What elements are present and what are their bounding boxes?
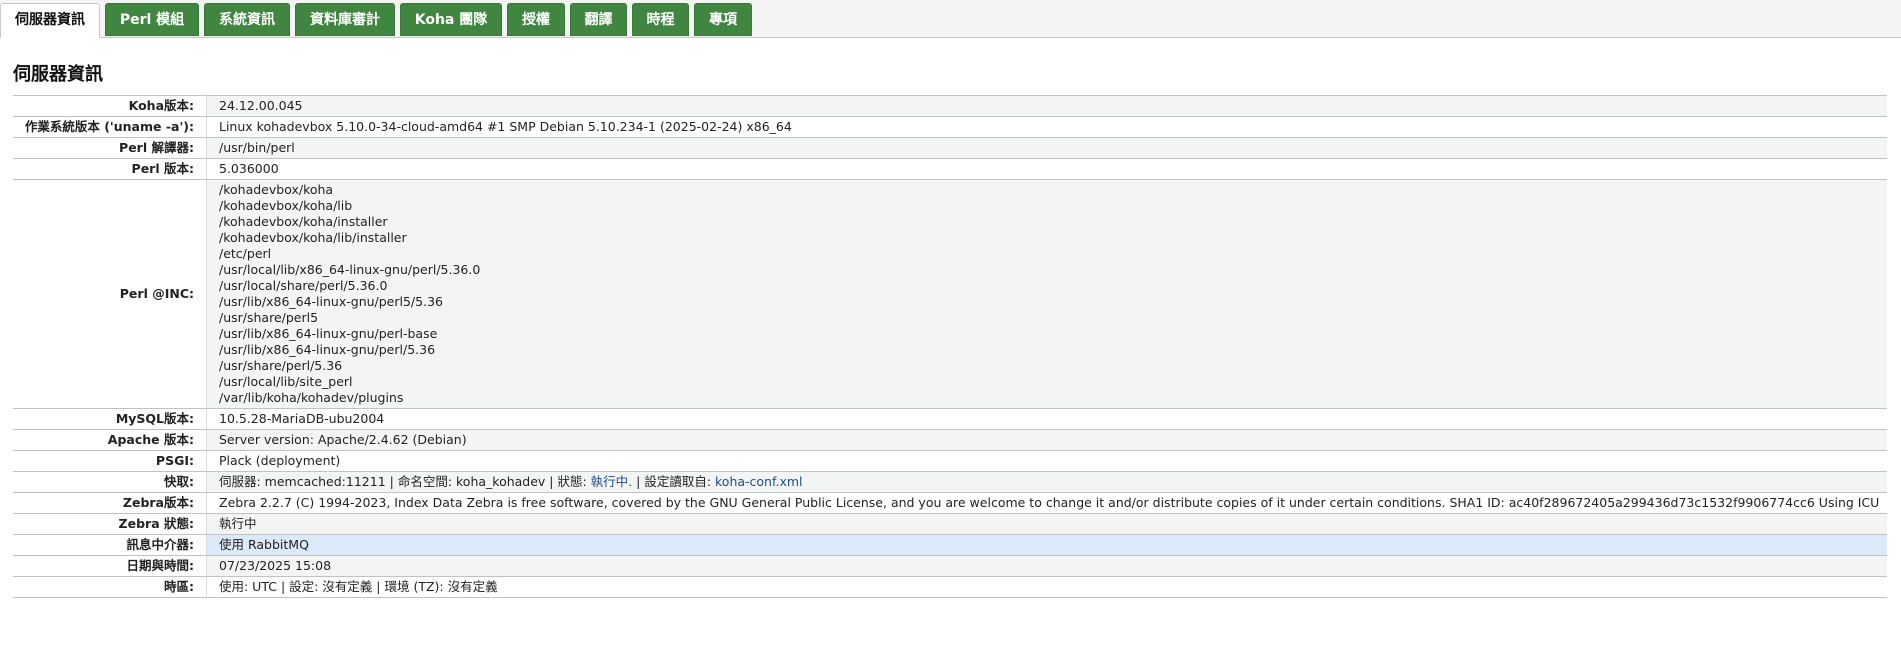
table-row: Zebra版本: Zebra 2.2.7 (C) 1994-2023, Inde… — [13, 492, 1887, 514]
inc-path: /etc/perl — [219, 246, 272, 261]
row-label: PSGI: — [13, 450, 207, 472]
table-row: Perl @INC: /kohadevbox/koha /kohadevbox/… — [13, 179, 1887, 409]
row-label: 日期與時間: — [13, 555, 207, 577]
page-title: 伺服器資訊 — [13, 64, 103, 85]
zebra-version-value: Zebra 2.2.7 (C) 1994-2023, Index Data Ze… — [206, 492, 1887, 514]
perl-version-value: 5.036000 — [206, 158, 1887, 180]
cache-prefix: 伺服器: memcached:11211 | 命名空間: koha_kohade… — [219, 474, 591, 489]
row-label: 時區: — [13, 576, 207, 598]
os-version-value: Linux kohadevbox 5.10.0-34-cloud-amd64 #… — [206, 116, 1887, 138]
perl-interpreter-value: /usr/bin/perl — [206, 137, 1887, 159]
zebra-status-value: 執行中 — [206, 513, 1887, 535]
table-row: 時區: 使用: UTC | 設定: 沒有定義 | 環境 (TZ): 沒有定義 — [13, 576, 1887, 598]
table-row: Zebra 狀態: 執行中 — [13, 513, 1887, 535]
table-row: 快取: 伺服器: memcached:11211 | 命名空間: koha_ko… — [13, 471, 1887, 493]
server-info-table: Koha版本: 24.12.00.045 作業系統版本 ('uname -a')… — [13, 95, 1887, 598]
datetime-value: 07/23/2025 15:08 — [206, 555, 1887, 577]
row-label: 作業系統版本 ('uname -a'): — [13, 116, 207, 138]
koha-conf-link[interactable]: koha-conf.xml — [715, 474, 803, 489]
tab-perl-modules[interactable]: Perl 模組 — [105, 3, 199, 36]
perl-inc-value: /kohadevbox/koha /kohadevbox/koha/lib /k… — [206, 179, 1887, 409]
psgi-value: Plack (deployment) — [206, 450, 1887, 472]
row-label: 快取: — [13, 471, 207, 493]
mysql-version-value: 10.5.28-MariaDB-ubu2004 — [206, 408, 1887, 430]
table-row: PSGI: Plack (deployment) — [13, 450, 1887, 472]
tab-koha-team[interactable]: Koha 團隊 — [400, 3, 502, 36]
inc-path: /kohadevbox/koha/lib — [219, 198, 353, 213]
row-label: Perl 版本: — [13, 158, 207, 180]
tab-translations[interactable]: 翻譯 — [570, 3, 627, 36]
row-label: Perl 解譯器: — [13, 137, 207, 159]
table-row: MySQL版本: 10.5.28-MariaDB-ubu2004 — [13, 408, 1887, 430]
inc-path: /usr/share/perl/5.36 — [219, 358, 343, 373]
tab-licenses[interactable]: 授權 — [507, 3, 565, 36]
timezone-value: 使用: UTC | 設定: 沒有定義 | 環境 (TZ): 沒有定義 — [206, 576, 1887, 598]
table-row: Perl 解譯器: /usr/bin/perl — [13, 137, 1887, 159]
row-label: Zebra版本: — [13, 492, 207, 514]
inc-path: /usr/share/perl5 — [219, 310, 319, 325]
row-label: Perl @INC: — [13, 179, 207, 409]
cache-value: 伺服器: memcached:11211 | 命名空間: koha_kohade… — [206, 471, 1887, 493]
inc-path: /usr/local/lib/x86_64-linux-gnu/perl/5.3… — [219, 262, 481, 277]
tab-server-info[interactable]: 伺服器資訊 — [0, 3, 100, 38]
row-label: Zebra 狀態: — [13, 513, 207, 535]
apache-version-value: Server version: Apache/2.4.62 (Debian) — [206, 429, 1887, 451]
inc-path: /kohadevbox/koha/installer — [219, 214, 388, 229]
inc-path: /var/lib/koha/kohadev/plugins — [219, 390, 404, 405]
tab-dedications[interactable]: 專項 — [694, 3, 752, 36]
inc-path: /usr/local/lib/site_perl — [219, 374, 353, 389]
row-label: 訊息中介器: — [13, 534, 207, 556]
row-label: MySQL版本: — [13, 408, 207, 430]
table-row: Koha版本: 24.12.00.045 — [13, 95, 1887, 117]
tab-timeline[interactable]: 時程 — [632, 3, 689, 36]
inc-path: /usr/lib/x86_64-linux-gnu/perl5/5.36 — [219, 294, 443, 309]
inc-path: /kohadevbox/koha — [219, 182, 334, 197]
row-label: Koha版本: — [13, 95, 207, 117]
inc-path: /usr/local/share/perl/5.36.0 — [219, 278, 388, 293]
inc-path: /usr/lib/x86_64-linux-gnu/perl/5.36 — [219, 342, 436, 357]
inc-path: /kohadevbox/koha/lib/installer — [219, 230, 407, 245]
cache-middle: | 設定讀取自: — [632, 474, 715, 489]
koha-version-value: 24.12.00.045 — [206, 95, 1887, 117]
message-broker-value: 使用 RabbitMQ — [206, 534, 1887, 556]
table-row: 日期與時間: 07/23/2025 15:08 — [13, 555, 1887, 577]
inc-path: /usr/lib/x86_64-linux-gnu/perl-base — [219, 326, 438, 341]
tab-system-info[interactable]: 系統資訊 — [204, 3, 290, 36]
table-row: Apache 版本: Server version: Apache/2.4.62… — [13, 429, 1887, 451]
row-label: Apache 版本: — [13, 429, 207, 451]
table-row: 訊息中介器: 使用 RabbitMQ — [13, 534, 1887, 556]
tab-bar: 伺服器資訊 Perl 模組 系統資訊 資料庫審計 Koha 團隊 授權 翻譯 時… — [0, 0, 1901, 38]
tab-database-audit[interactable]: 資料庫審計 — [295, 3, 395, 36]
cache-status: 執行中. — [590, 474, 633, 489]
table-row: 作業系統版本 ('uname -a'): Linux kohadevbox 5.… — [13, 116, 1887, 138]
table-row: Perl 版本: 5.036000 — [13, 158, 1887, 180]
